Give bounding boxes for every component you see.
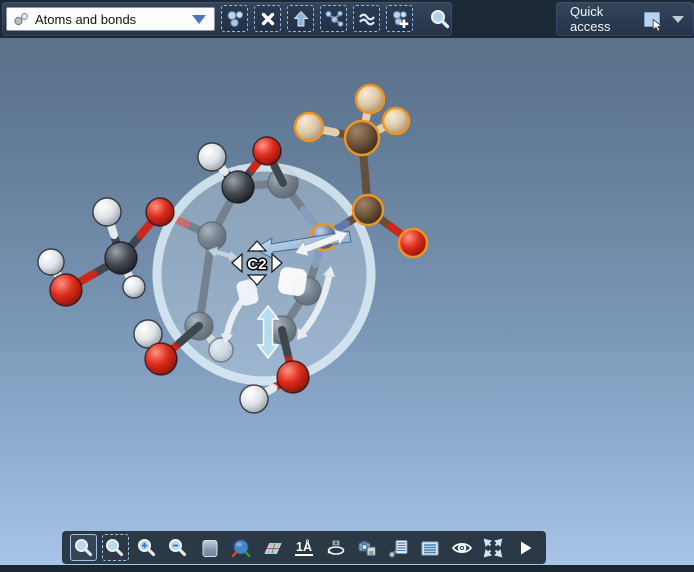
select-connected-icon [324,9,344,29]
annotation-button[interactable] [385,534,412,561]
select-up-button[interactable] [287,5,314,32]
scale-bar-label: 1Å [295,540,313,556]
zoom-in-icon [136,537,158,559]
magnifier-icon [429,8,451,30]
zoom-out-icon [167,537,189,559]
magnifier-region-icon [104,537,126,559]
magnifier-icon [73,537,95,559]
selection-buttons [221,5,454,33]
display-style-icon [199,537,221,559]
view-toolbar: 1Å [62,531,546,564]
zoom-region-button[interactable] [102,534,129,561]
selection-square[interactable] [277,266,308,297]
zoom-out-button[interactable] [165,534,192,561]
snapshot-button[interactable] [354,534,381,561]
zoom-in-button[interactable] [133,534,160,561]
atom-E[interactable] [295,113,323,141]
atom-E[interactable] [383,108,409,134]
select-spheres-button[interactable] [221,5,248,32]
spheres-plus-icon [390,9,410,29]
arrow-up-icon [291,9,311,29]
fit-view-button[interactable] [480,534,507,561]
orbit-camera-icon [325,537,347,559]
chevron-down-icon [672,16,684,23]
window-cursor-icon [644,12,660,27]
top-toolbar: Atoms and bonds [0,0,694,38]
annotation-icon [388,537,410,559]
atom-E[interactable] [356,85,384,113]
bond[interactable] [282,330,288,354]
waves-icon [357,9,377,29]
zoom-tool-button[interactable] [70,534,97,561]
3d-viewport[interactable]: C2 [0,38,694,565]
atom-O[interactable] [50,274,82,306]
molecule-icon [12,10,30,28]
legend-icon [419,537,441,559]
atom-B[interactable] [353,195,383,225]
orbit-view-button[interactable] [322,534,349,561]
display-style-button[interactable] [196,534,223,561]
atom-O[interactable] [146,198,174,226]
grid-plane-icon [262,537,284,559]
window-bottom-edge [0,565,694,572]
atom-C[interactable] [222,171,254,203]
legend-button[interactable] [417,534,444,561]
x-icon [258,9,278,29]
atom-H[interactable] [38,249,64,275]
play-icon [514,537,536,559]
select-connected-button[interactable] [320,5,347,32]
eye-icon [451,537,473,559]
play-animation-button[interactable] [511,534,538,561]
quick-access-group: Quick access [556,2,694,36]
selection-filter-value: Atoms and bonds [35,12,192,27]
selection-label: C2 [247,256,266,273]
atom-B[interactable] [345,121,379,155]
scale-bar-button[interactable]: 1Å [291,534,318,561]
camera-save-icon [356,537,378,559]
atom-H[interactable] [93,198,121,226]
selection-filter-dropdown[interactable]: Atoms and bonds [6,7,215,31]
application-window: Atoms and bonds [0,0,694,572]
clear-selection-button[interactable] [254,5,281,32]
select-similar-button[interactable] [353,5,380,32]
grid-plane-button[interactable] [259,534,286,561]
atom-O[interactable] [253,137,281,165]
select-spheres-icon [225,9,245,29]
quick-access-label: Quick access [570,4,644,34]
quick-access-button[interactable]: Quick access [556,4,694,34]
zoom-to-selection-button[interactable] [426,5,454,33]
chevron-down-icon [192,15,206,24]
atom-C[interactable] [105,242,137,274]
atom-H[interactable] [198,143,226,171]
atom-O[interactable] [277,361,309,393]
atom-O[interactable] [145,343,177,375]
add-to-selection-button[interactable] [386,5,413,32]
fit-view-icon [482,537,504,559]
atom-O[interactable] [399,229,427,257]
visibility-button[interactable] [448,534,475,561]
atom-H[interactable] [123,276,145,298]
view-orientation-icon [230,537,252,559]
view-orientation-button[interactable] [228,534,255,561]
atom-H[interactable] [240,385,268,413]
